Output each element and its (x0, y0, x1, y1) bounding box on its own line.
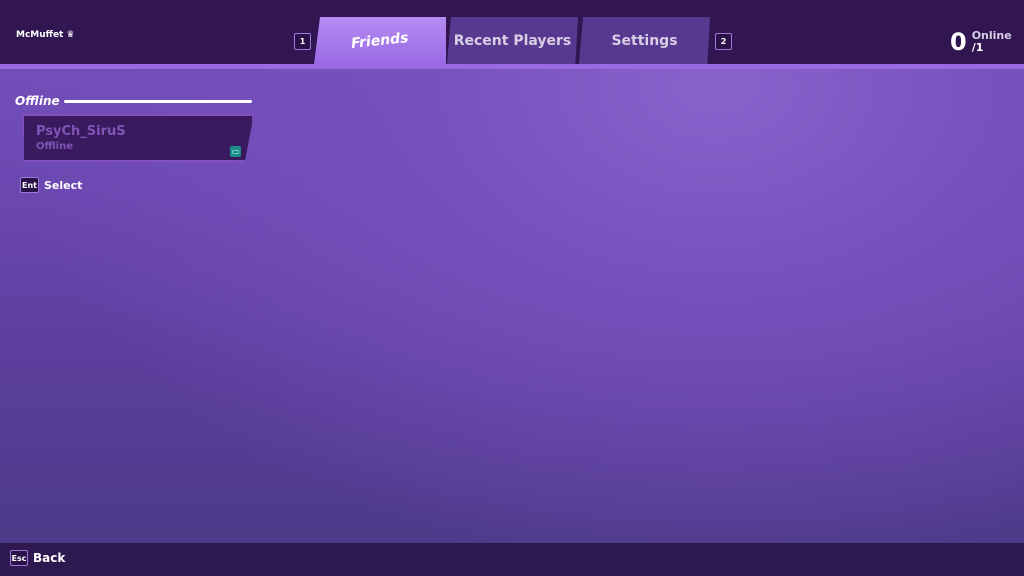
online-count: 0 Online/1 (950, 28, 1012, 56)
friend-card[interactable]: PsyCh_SiruS Offline ▭ (22, 114, 254, 162)
header-accent-bar (0, 64, 1024, 69)
back-button[interactable]: Esc Back (10, 550, 65, 566)
next-tab-key[interactable]: 2 (715, 33, 732, 50)
tab-recent-players[interactable]: Recent Players (447, 17, 578, 64)
divider (63, 99, 252, 103)
top-bar: McMuffet ♛ 1 Friends Recent Players Sett… (0, 0, 1024, 64)
prev-tab-key[interactable]: 1 (294, 33, 311, 50)
section-offline: Offline (15, 94, 252, 108)
user-name: McMuffet ♛ (16, 30, 75, 40)
bottom-bar: Esc Back (0, 543, 1024, 576)
tab-friends[interactable]: Friends (314, 17, 446, 64)
pc-icon: ▭ (230, 146, 241, 157)
tab-settings[interactable]: Settings (579, 17, 710, 64)
crown-icon: ♛ (66, 30, 75, 40)
select-hint[interactable]: Ent Select (20, 177, 82, 193)
